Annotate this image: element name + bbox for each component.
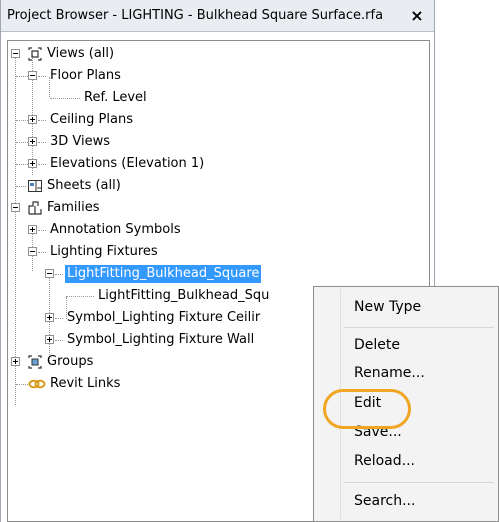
tree-label-selected: LightFitting_Bulkhead_Square (65, 265, 262, 283)
views-icon (28, 47, 42, 61)
link-icon (28, 379, 46, 389)
tree-row-elevations[interactable]: Elevations (Elevation 1) (8, 153, 429, 175)
collapse-toggle[interactable] (45, 269, 54, 278)
close-button[interactable]: × (408, 7, 426, 25)
sheets-icon (28, 180, 42, 192)
tree-row-floor-plans[interactable]: Floor Plans (8, 65, 429, 87)
tree-label: Ref. Level (84, 90, 147, 105)
expand-toggle[interactable] (11, 357, 20, 366)
edit-highlight-ring (323, 389, 411, 429)
tree-label: Families (47, 200, 100, 215)
tree-row-lighting-fixtures[interactable]: Lighting Fixtures (8, 241, 429, 263)
collapse-toggle[interactable] (11, 203, 20, 212)
tree-row-views-all[interactable]: Views (all) (8, 43, 429, 65)
tree-line (50, 98, 80, 99)
tree-line (16, 164, 28, 165)
tree-row-annotation-symbols[interactable]: Annotation Symbols (8, 219, 429, 241)
tree-label: Symbol_Lighting Fixture Ceilir (67, 310, 261, 325)
tree-label: Elevations (Elevation 1) (50, 156, 205, 171)
menu-item-search[interactable]: Search... (354, 493, 415, 509)
tree-label: Annotation Symbols (50, 222, 181, 237)
collapse-toggle[interactable] (28, 247, 37, 256)
tree-row-3d-views[interactable]: 3D Views (8, 131, 429, 153)
tree-label: 3D Views (50, 134, 111, 149)
tree-row-sheets[interactable]: Sheets (all) (8, 175, 429, 197)
tree-line (16, 76, 28, 77)
tree-line (38, 230, 46, 231)
tree-row-families[interactable]: Families (8, 197, 429, 219)
tree-line (38, 142, 46, 143)
tree-label: Floor Plans (50, 68, 121, 83)
tree-line (55, 340, 63, 341)
tree-line (38, 252, 46, 253)
tree-label: LightFitting_Bulkhead_Squ (98, 288, 270, 303)
menu-item-reload[interactable]: Reload... (354, 453, 415, 469)
menu-item-rename[interactable]: Rename... (354, 365, 425, 381)
collapse-toggle[interactable] (11, 49, 20, 58)
tree-line (38, 76, 46, 77)
tree-line (16, 120, 28, 121)
tree-line (16, 384, 28, 385)
tree-line (38, 120, 46, 121)
expand-toggle[interactable] (28, 137, 37, 146)
collapse-toggle[interactable] (28, 71, 37, 80)
window-title: Project Browser - LIGHTING - Bulkhead Sq… (7, 8, 384, 23)
expand-toggle[interactable] (45, 335, 54, 344)
tree-row-ref-level[interactable]: Ref. Level (8, 87, 429, 109)
title-bar[interactable]: Project Browser - LIGHTING - Bulkhead Sq… (1, 0, 434, 32)
expand-toggle[interactable] (28, 159, 37, 168)
tree-label: Sheets (all) (47, 178, 121, 193)
menu-item-delete[interactable]: Delete (354, 337, 400, 353)
tree-label: Ceiling Plans (50, 112, 133, 127)
families-icon (28, 201, 42, 215)
expand-toggle[interactable] (28, 115, 37, 124)
tree-label: Groups (47, 354, 94, 369)
tree-line (66, 296, 94, 297)
menu-separator (344, 327, 494, 328)
tree-label: Views (all) (47, 46, 115, 61)
tree-line (55, 274, 63, 275)
tree-label: Revit Links (50, 376, 121, 391)
tree-label: Lighting Fixtures (50, 244, 158, 259)
tree-label: Symbol_Lighting Fixture Wall (67, 332, 255, 347)
tree-line (16, 142, 28, 143)
tree-row-lightfitting-family[interactable]: LightFitting_Bulkhead_Square (8, 263, 429, 285)
menu-item-new-type[interactable]: New Type (354, 299, 421, 315)
tree-line (38, 164, 46, 165)
expand-toggle[interactable] (28, 225, 37, 234)
tree-row-ceiling-plans[interactable]: Ceiling Plans (8, 109, 429, 131)
tree-line (16, 186, 26, 187)
tree-line (55, 318, 63, 319)
groups-icon (28, 355, 42, 369)
expand-toggle[interactable] (45, 313, 54, 322)
menu-separator (344, 482, 494, 483)
